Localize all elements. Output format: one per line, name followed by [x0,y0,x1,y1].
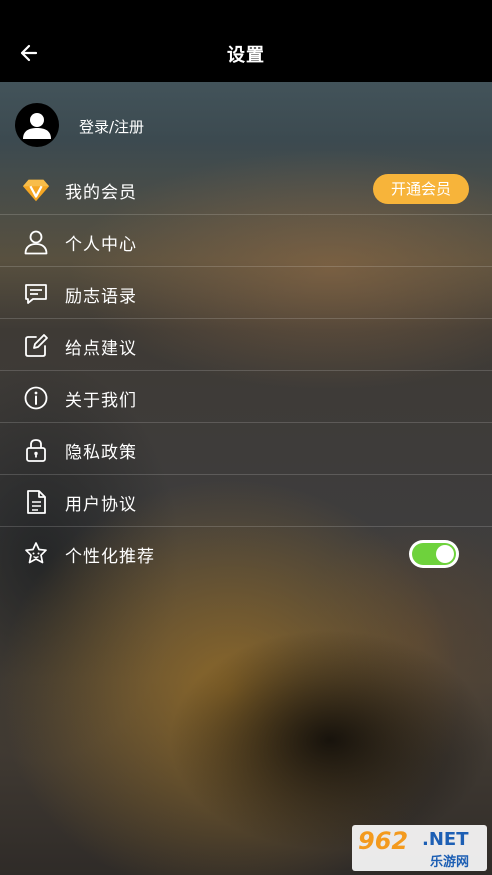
menu-item-privacy-policy[interactable]: 隐私政策 [0,423,492,475]
login-register-row[interactable]: 登录/注册 [0,98,492,154]
watermark-domain: .NET [422,829,469,850]
top-bar: 设置 [0,0,492,82]
menu-label: 关于我们 [65,391,137,411]
login-register-link[interactable]: 登录/注册 [79,116,144,137]
user-avatar-icon[interactable] [15,103,59,147]
watermark-logo: 962 .NET 乐游网 [352,825,487,871]
menu-label: 用户协议 [65,495,137,515]
lock-icon [22,436,50,464]
person-icon [22,228,50,256]
menu-label: 给点建议 [65,339,137,359]
toggle-knob [436,545,454,563]
menu-item-motivational-quotes[interactable]: 励志语录 [0,267,492,319]
open-membership-button[interactable]: 开通会员 [373,174,469,204]
menu-label: 个性化推荐 [65,547,155,567]
menu-label: 个人中心 [65,235,137,255]
edit-icon [22,332,50,360]
menu-item-about-us[interactable]: 关于我们 [0,371,492,423]
menu-item-my-membership[interactable]: 我的会员 开通会员 [0,163,492,215]
menu-label: 励志语录 [65,287,137,307]
menu-label: 隐私政策 [65,443,137,463]
menu-label: 我的会员 [65,183,137,203]
menu-item-personal-center[interactable]: 个人中心 [0,215,492,267]
watermark-number: 962 [358,827,409,855]
personalized-recommendation-toggle[interactable] [409,540,459,568]
menu-item-feedback[interactable]: 给点建议 [0,319,492,371]
toggle-track [412,543,456,565]
diamond-v-icon [22,176,50,204]
watermark-site-name: 乐游网 [430,855,470,870]
message-icon [22,280,50,308]
menu-item-personalized-recommendation: 个性化推荐 [0,527,492,579]
star-face-icon [22,540,50,568]
page-title: 设置 [227,45,265,66]
info-icon [22,384,50,412]
menu-item-user-agreement[interactable]: 用户协议 [0,475,492,527]
document-icon [22,488,50,516]
